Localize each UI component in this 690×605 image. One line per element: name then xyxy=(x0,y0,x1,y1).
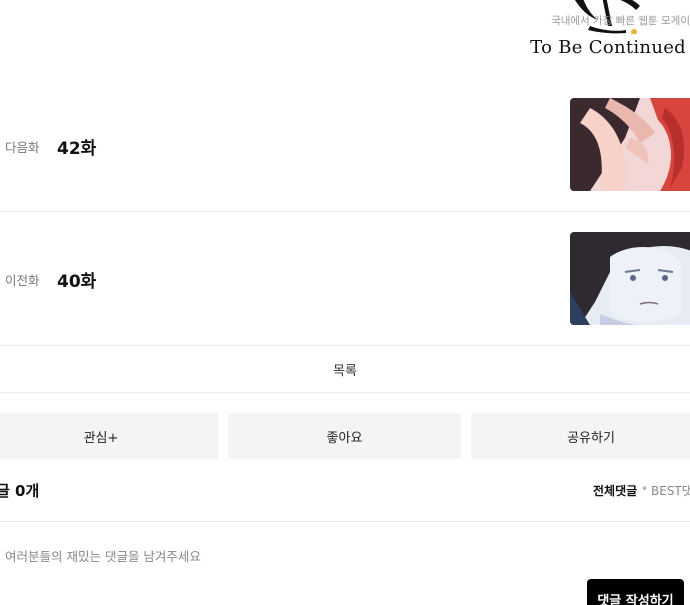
next-episode-thumbnail-art xyxy=(570,98,690,191)
like-button[interactable]: 좋아요 xyxy=(228,413,461,459)
comment-count: 글 0개 xyxy=(0,482,40,500)
submit-comment-button[interactable]: 댓글 작성하기 xyxy=(587,579,684,605)
follow-button[interactable]: 관심+ xyxy=(0,413,218,459)
next-episode-title: 42화 xyxy=(57,139,97,159)
share-button[interactable]: 공유하기 xyxy=(471,413,690,459)
previous-episode-thumbnail-art xyxy=(570,232,690,325)
next-episode-thumbnail[interactable] xyxy=(570,98,690,191)
previous-episode-thumbnail[interactable] xyxy=(570,232,690,325)
tab-separator: • xyxy=(641,482,649,496)
comment-input[interactable] xyxy=(5,546,565,566)
banner-tagline: 국내에서 가장 빠른 웹툰 모게이 xyxy=(551,15,690,27)
tab-all-comments[interactable]: 전체댓글 xyxy=(593,482,637,499)
tab-best-comments[interactable]: BEST댓 xyxy=(651,482,690,499)
top-banner: 국내에서 가장 빠른 웹툰 모게이 To Be Continued xyxy=(0,0,690,78)
previous-episode-kind-label: 이전화 xyxy=(5,273,40,288)
episode-list-label: 목록 xyxy=(333,363,357,379)
previous-episode-title: 40화 xyxy=(57,272,97,292)
episode-list-link[interactable]: 목록 xyxy=(0,346,690,393)
next-episode-row[interactable]: 다음화 42화 xyxy=(0,85,690,212)
comment-header: 글 0개 전체댓글 • BEST댓 xyxy=(0,478,690,522)
previous-episode-row[interactable]: 이전화 40화 xyxy=(0,212,690,346)
next-episode-kind-label: 다음화 xyxy=(5,140,40,155)
to-be-continued-text: To Be Continued xyxy=(530,37,686,58)
